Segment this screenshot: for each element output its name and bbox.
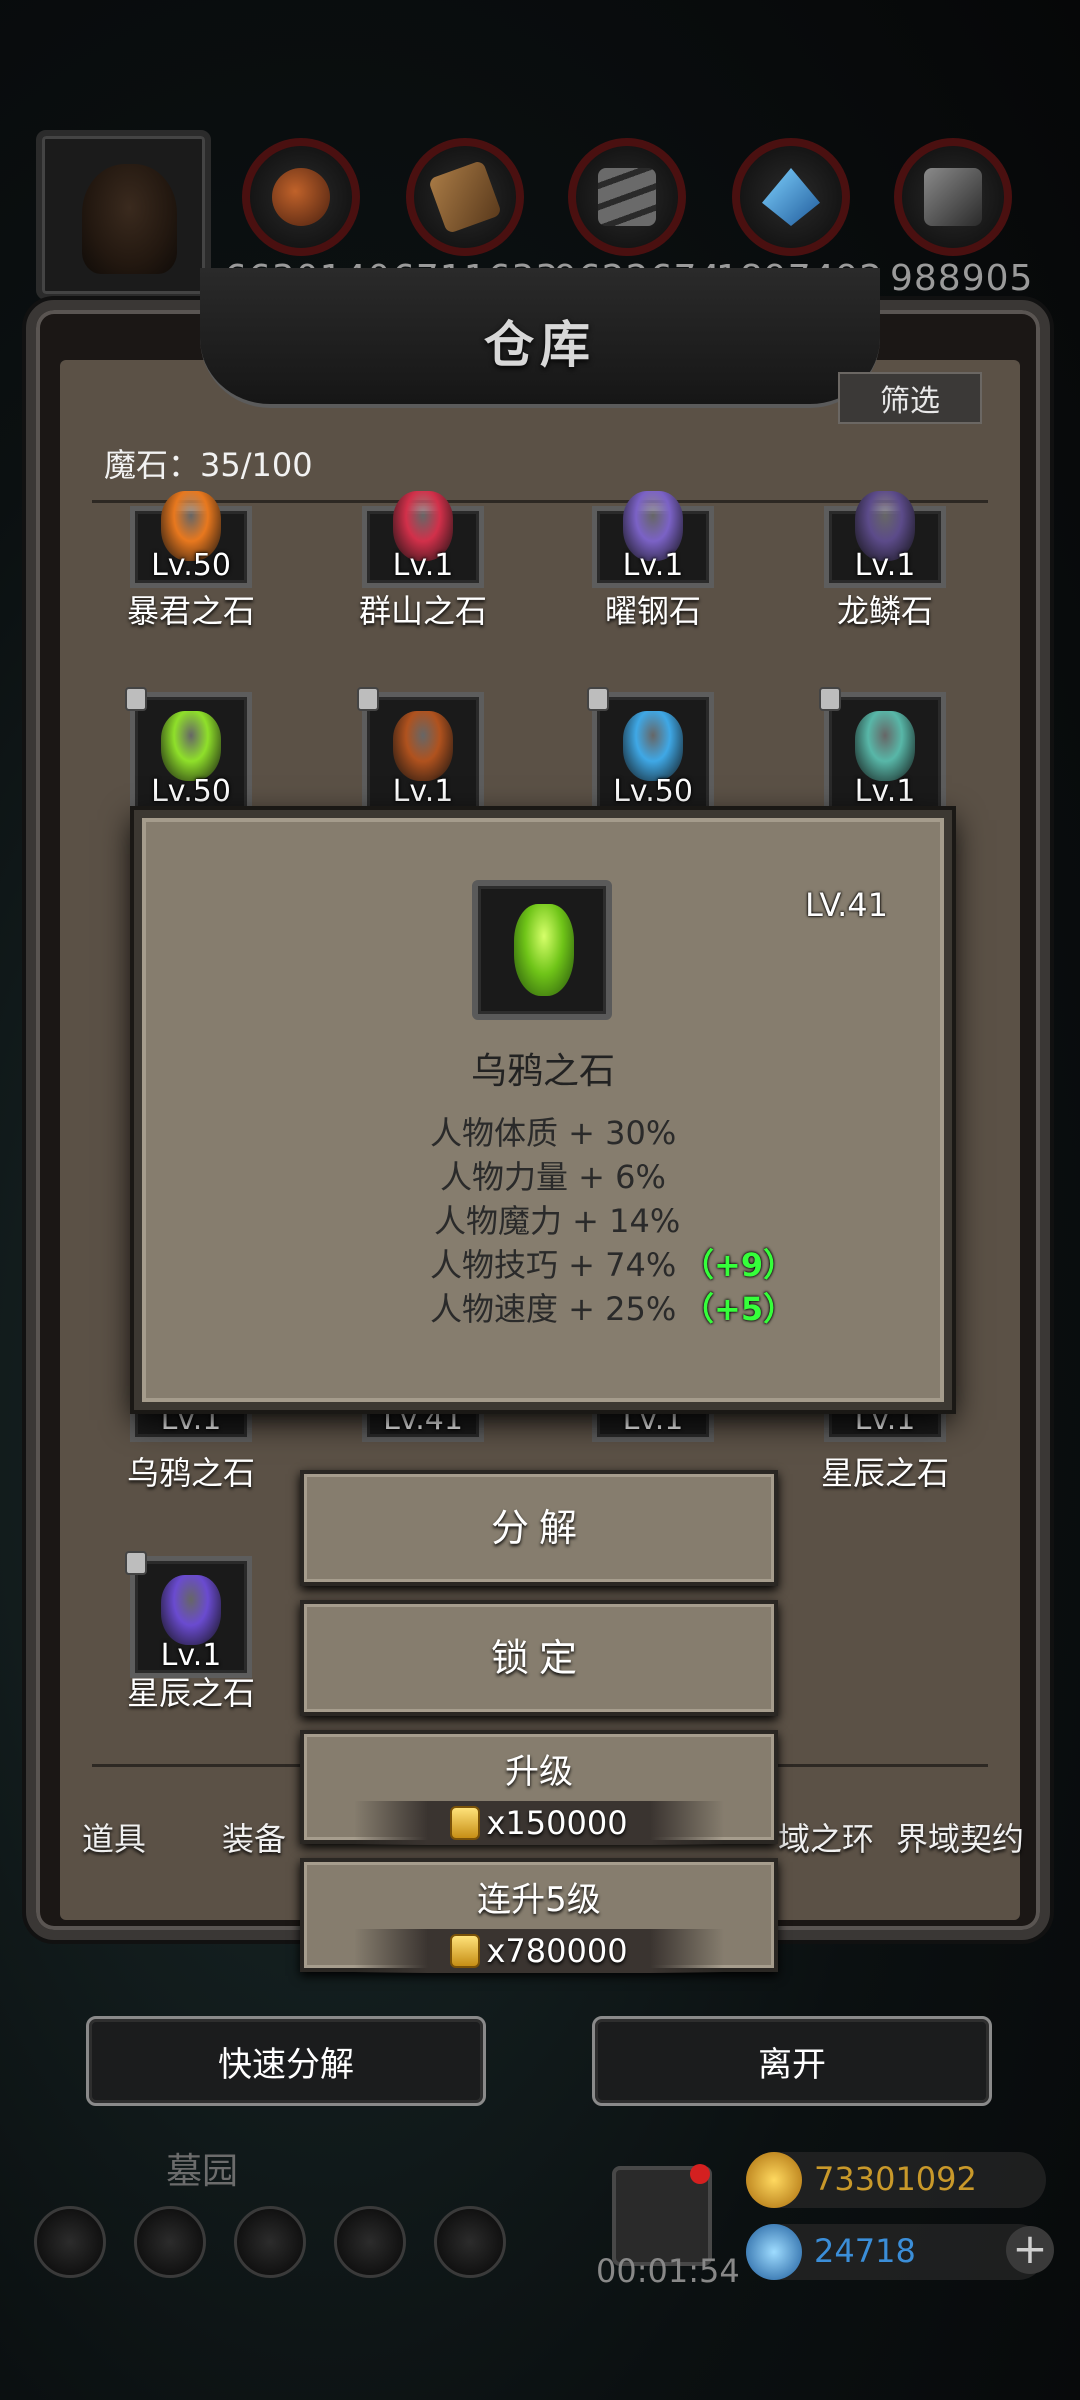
item-slot[interactable]: Lv.1 <box>362 491 484 588</box>
item-level: Lv.50 <box>613 774 693 809</box>
warehouse-title: 仓库 <box>484 316 596 374</box>
lock-icon <box>357 687 379 711</box>
iron-icon <box>924 168 982 226</box>
iron-count: 988905 <box>890 258 1034 299</box>
settings-gear-icon[interactable] <box>34 2206 106 2278</box>
upgrade-5-cost: x780000 <box>354 1929 724 1973</box>
lock-button[interactable]: 锁定 <box>300 1600 778 1716</box>
gem-amount: 24718 <box>814 2232 916 2270</box>
gold-coin-icon <box>450 1806 481 1840</box>
gold-coin-stack-icon <box>746 2152 802 2208</box>
upgrade-5-cost-value: x780000 <box>486 1932 628 1970</box>
item-level: Lv.50 <box>151 774 231 809</box>
upgrade-5-levels-button[interactable]: 连升5级 x780000 <box>300 1858 778 1973</box>
stat-strength: 人物力量 + 6% <box>440 1158 666 1196</box>
item-name: 星辰之石 <box>820 1454 949 1492</box>
gem-icon <box>623 711 683 781</box>
header-divider <box>92 500 988 503</box>
item-name: 群山之石 <box>358 592 487 630</box>
item-detail-level: LV.41 <box>805 886 888 924</box>
upgrade-button[interactable]: 升级 x150000 <box>300 1730 778 1845</box>
gold-amount: 73301092 <box>814 2160 977 2198</box>
gift-timer: 00:01:54 <box>596 2252 740 2290</box>
item-slot[interactable]: Lv.1 <box>592 491 714 588</box>
tab-domain-contract[interactable]: 界域契约 <box>896 1814 1024 1860</box>
tab-equipment[interactable]: 装备 <box>222 1814 286 1860</box>
upgrade-5-label: 连升5级 <box>477 1880 601 1920</box>
gem-icon <box>161 711 221 781</box>
lock-label: 锁定 <box>490 1636 587 1680</box>
gem-icon <box>855 711 915 781</box>
upgrade-label: 升级 <box>505 1752 573 1792</box>
stone-capacity: 魔石：35/100 <box>104 446 313 484</box>
meat-resource[interactable] <box>242 138 360 256</box>
lock-icon <box>587 687 609 711</box>
notification-dot <box>690 2164 710 2184</box>
upgrade-cost: x150000 <box>354 1801 724 1845</box>
item-detail-popup: LV.41 乌鸦之石 人物体质 + 30% 人物力量 + 6% 人物魔力 + 1… <box>134 810 952 1410</box>
stat-skill-bonus: （+9） <box>682 1246 796 1284</box>
item-slot[interactable]: Lv.1 <box>357 687 484 814</box>
item-detail-name: 乌鸦之石 <box>470 1051 615 1092</box>
decompose-button[interactable]: 分解 <box>300 1470 778 1586</box>
hero-portrait[interactable] <box>36 130 211 300</box>
item-slot[interactable]: Lv.50 <box>125 687 252 814</box>
map-icon[interactable] <box>234 2206 306 2278</box>
stat-magic: 人物魔力 + 14% <box>434 1202 681 1240</box>
wood-icon <box>427 159 503 235</box>
meat-icon <box>272 168 330 226</box>
tab-props[interactable]: 道具 <box>82 1814 146 1860</box>
item-name: 星辰之石 <box>126 1674 255 1712</box>
item-level: Lv.1 <box>392 548 454 583</box>
tab-domain-ring[interactable]: 域之环 <box>778 1814 874 1860</box>
item-level: Lv.1 <box>392 774 454 809</box>
decompose-label: 分解 <box>490 1506 587 1550</box>
gold-currency: 73301092 <box>746 2152 1046 2208</box>
gold-coin-icon <box>450 1934 481 1968</box>
stat-speed-bonus: （+5） <box>682 1290 796 1328</box>
item-name: 曜钢石 <box>604 592 701 630</box>
mail-icon[interactable] <box>334 2206 406 2278</box>
gem-currency: 24718 <box>746 2224 1046 2280</box>
filter-button[interactable]: 筛选 <box>838 372 982 424</box>
item-slot[interactable]: Lv.1 <box>125 1551 252 1678</box>
crystal-icon <box>762 168 820 226</box>
quick-decompose-button[interactable]: 快速分解 <box>86 2016 486 2106</box>
stone-icon <box>598 168 656 226</box>
iron-resource[interactable] <box>894 138 1012 256</box>
crystal-resource[interactable] <box>732 138 850 256</box>
hooded-figure-icon <box>82 164 177 274</box>
item-slot[interactable]: Lv.1 <box>819 687 946 814</box>
item-level: Lv.1 <box>854 548 916 583</box>
item-slot[interactable]: Lv.50 <box>130 491 252 588</box>
lock-icon <box>125 687 147 711</box>
item-slot[interactable]: Lv.50 <box>587 687 714 814</box>
item-detail-slot <box>472 880 612 1020</box>
stat-skill: 人物技巧 + 74% <box>430 1246 677 1284</box>
lock-icon <box>819 687 841 711</box>
gem-icon <box>161 1575 221 1645</box>
item-level: Lv.1 <box>622 548 684 583</box>
item-name: 乌鸦之石 <box>126 1454 255 1492</box>
upgrade-cost-value: x150000 <box>486 1804 628 1842</box>
stat-constitution: 人物体质 + 30% <box>430 1114 677 1152</box>
stat-speed: 人物速度 + 25% <box>430 1290 677 1328</box>
wood-resource[interactable] <box>406 138 524 256</box>
lock-icon <box>125 1551 147 1575</box>
item-name: 龙鳞石 <box>836 592 933 630</box>
crow-stone-icon <box>514 904 574 996</box>
add-currency-button[interactable]: + <box>1006 2226 1054 2274</box>
stone-resource[interactable] <box>568 138 686 256</box>
gem-icon <box>393 711 453 781</box>
item-name: 暴君之石 <box>126 592 255 630</box>
blue-gem-icon <box>746 2224 802 2280</box>
item-level: Lv.1 <box>854 774 916 809</box>
leave-button[interactable]: 离开 <box>592 2016 992 2106</box>
item-level: Lv.50 <box>151 548 231 583</box>
character-icon[interactable] <box>134 2206 206 2278</box>
guild-icon[interactable] <box>434 2206 506 2278</box>
location-label: 墓园 <box>166 2151 239 2192</box>
item-slot[interactable]: Lv.1 <box>824 491 946 588</box>
